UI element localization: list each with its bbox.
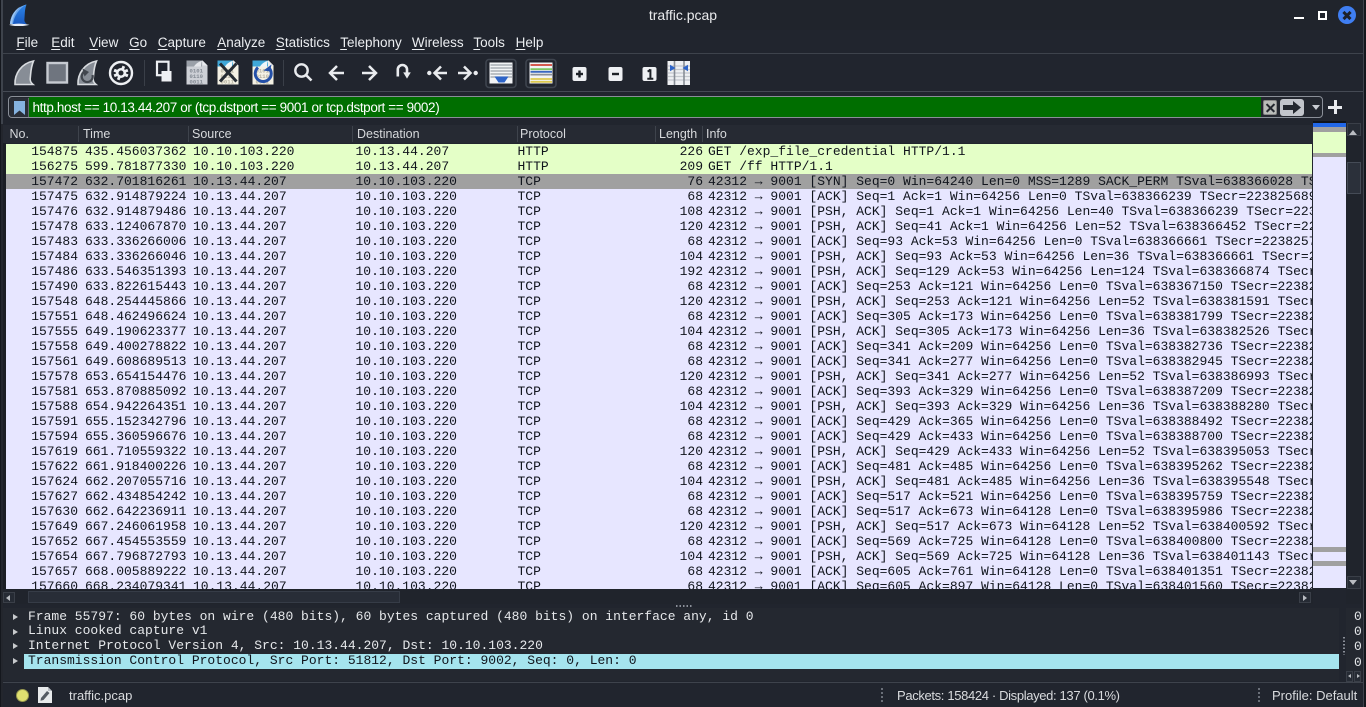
- svg-text:0011: 0011: [190, 79, 204, 86]
